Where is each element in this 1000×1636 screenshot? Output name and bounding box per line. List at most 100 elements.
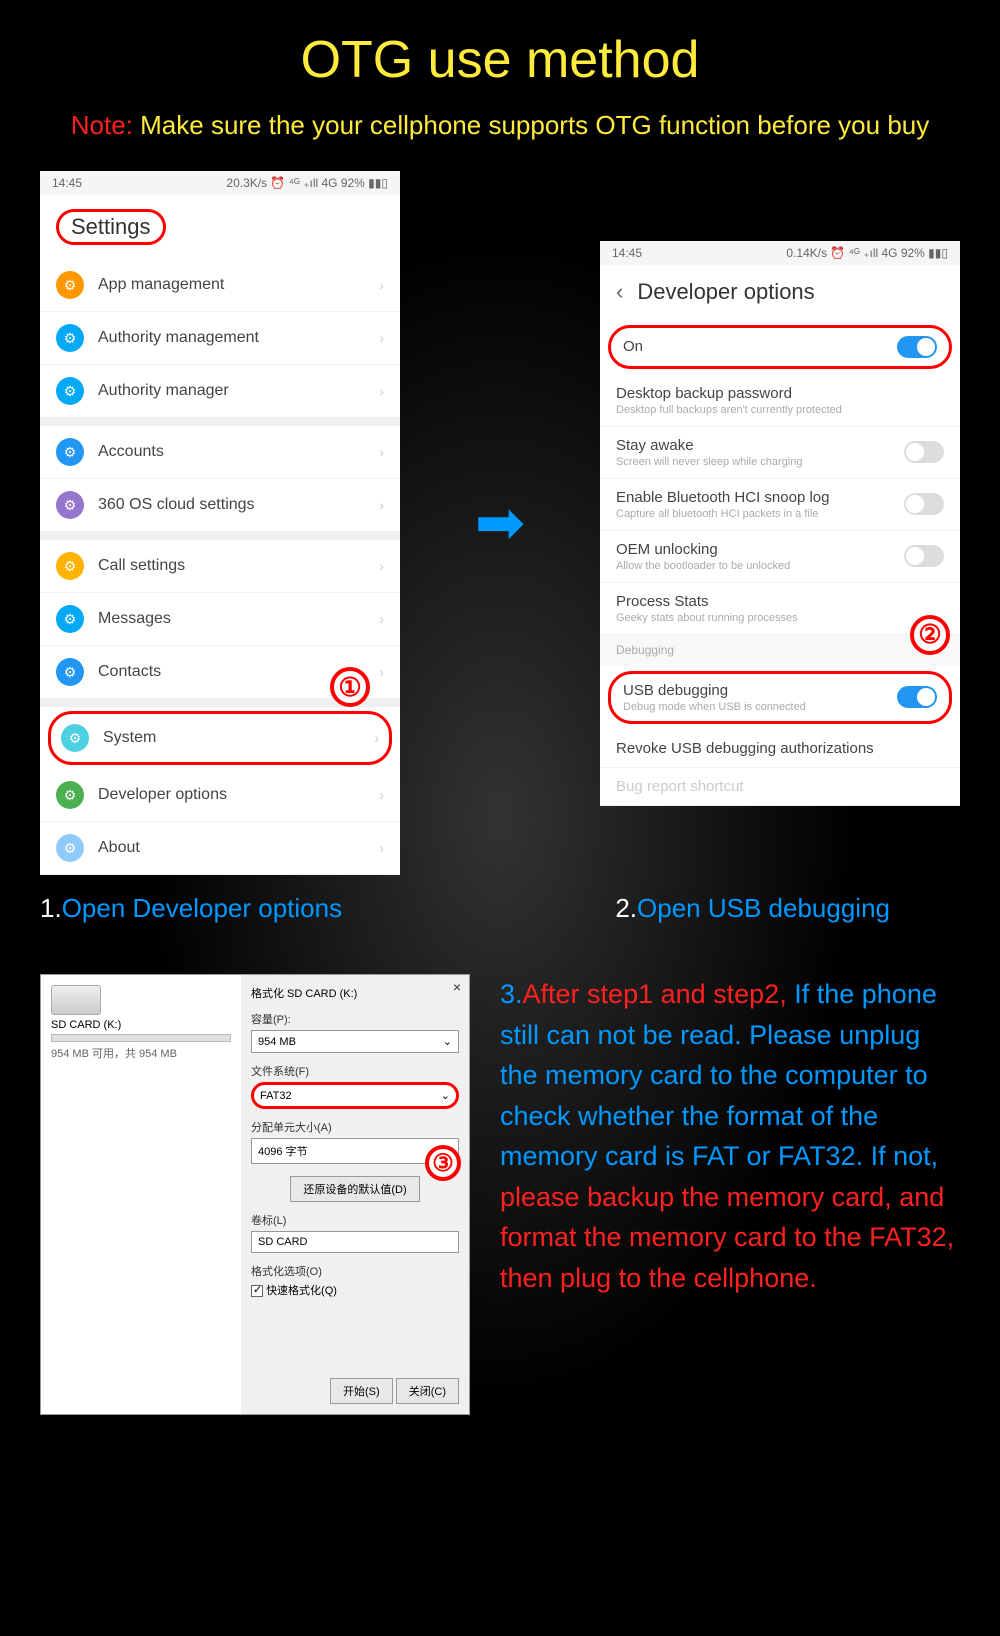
step3-num: 3. (500, 979, 523, 1009)
row-icon: ⚙ (56, 658, 84, 686)
status-time-2: 14:45 (612, 246, 642, 260)
row-icon: ⚙ (56, 605, 84, 633)
dev-option-row[interactable]: USB debuggingDebug mode when USB is conn… (608, 671, 952, 724)
toggle-switch[interactable] (897, 686, 937, 708)
status-indicators-2: 0.14K/s ⏰ ⁴ᴳ ₊ıll 4G 92% ▮▮▯ (786, 246, 948, 260)
status-bar: 14:45 20.3K/s ⏰ ⁴ᴳ ₊ıll 4G 92% ▮▮▯ (40, 171, 400, 195)
option-title: Enable Bluetooth HCI snoop log (616, 489, 904, 506)
dev-option-row[interactable]: OEM unlockingAllow the bootloader to be … (600, 531, 960, 583)
row-label: Accounts (98, 443, 379, 461)
volume-value: SD CARD (258, 1236, 308, 1248)
chevron-right-icon: › (379, 558, 384, 574)
section-header: Debugging② (600, 635, 960, 665)
close-icon[interactable]: × (453, 979, 461, 995)
capacity-dropdown[interactable]: 954 MB ⌄ (251, 1030, 459, 1053)
option-title: Stay awake (616, 437, 904, 454)
status-time: 14:45 (52, 176, 82, 190)
dev-option-row[interactable]: Desktop backup password Desktop full back… (600, 375, 960, 427)
chevron-right-icon: › (379, 840, 384, 856)
settings-row[interactable]: ⚙App management› (40, 259, 400, 312)
toggle-switch[interactable] (904, 493, 944, 515)
chevron-right-icon: › (379, 497, 384, 513)
settings-row[interactable]: ⚙Call settings› (40, 540, 400, 593)
capacity-label: 容量(P): (251, 1011, 459, 1027)
option-subtitle: Screen will never sleep while charging (616, 456, 904, 468)
caption-1: 1.Open Developer options (0, 893, 382, 924)
toggle-switch[interactable] (904, 545, 944, 567)
chevron-right-icon: › (379, 330, 384, 346)
explorer-panel: SD CARD (K:) 954 MB 可用，共 954 MB (41, 975, 241, 1414)
option-subtitle: Capture all bluetooth HCI packets in a f… (616, 508, 904, 520)
option-title: Revoke USB debugging authorizations (616, 740, 944, 757)
status-bar-2: 14:45 0.14K/s ⏰ ⁴ᴳ ₊ıll 4G 92% ▮▮▯ (600, 241, 960, 265)
row-icon: ⚙ (56, 491, 84, 519)
option-subtitle: Allow the bootloader to be unlocked (616, 560, 904, 572)
chevron-right-icon: › (374, 730, 379, 746)
row-label: About (98, 839, 379, 857)
settings-row[interactable]: ⚙360 OS cloud settings› (40, 479, 400, 532)
settings-row[interactable]: ⚙System› (48, 711, 392, 765)
step3-part3a: If not, (871, 1141, 939, 1171)
row-icon: ⚙ (56, 438, 84, 466)
note-line: Note: Make sure the your cellphone suppo… (0, 110, 1000, 141)
option-title: Process Stats (616, 593, 944, 610)
close-button[interactable]: 关闭(C) (396, 1378, 459, 1404)
toggle-switch[interactable] (904, 441, 944, 463)
volume-input[interactable]: SD CARD (251, 1231, 459, 1253)
developer-options-screenshot: 14:45 0.14K/s ⏰ ⁴ᴳ ₊ıll 4G 92% ▮▮▯ ‹ Dev… (600, 241, 960, 806)
restore-defaults-button[interactable]: 还原设备的默认值(D) (290, 1176, 419, 1202)
format-panel: 格式化 SD CARD (K:) × 容量(P): 954 MB⌄ 文件系统(F… (241, 975, 469, 1414)
dev-option-row[interactable]: Revoke USB debugging authorizations (600, 730, 960, 768)
settings-row[interactable]: ⚙Messages› (40, 593, 400, 646)
allocation-label: 分配单元大小(A) (251, 1119, 459, 1135)
settings-row[interactable]: ⚙Authority management› (40, 312, 400, 365)
toggle-switch[interactable] (897, 336, 937, 358)
settings-row[interactable]: ⚙Accounts› (40, 426, 400, 479)
caption-2: 2.Open USB debugging (575, 893, 1000, 924)
drive-icon (51, 985, 101, 1015)
dev-option-row[interactable]: Stay awake Screen will never sleep while … (600, 427, 960, 479)
chevron-right-icon: › (379, 277, 384, 293)
chevron-right-icon: › (379, 787, 384, 803)
quick-format-row[interactable]: ✓ 快速格式化(Q) (251, 1282, 459, 1298)
checkbox-icon[interactable]: ✓ (251, 1285, 263, 1297)
section-gap (40, 532, 400, 540)
volume-label: 卷标(L) (251, 1212, 459, 1228)
settings-row[interactable]: ⚙Authority manager› (40, 365, 400, 418)
settings-screenshot: 14:45 20.3K/s ⏰ ⁴ᴳ ₊ıll 4G 92% ▮▮▯ Setti… (40, 171, 400, 875)
drive-info: 954 MB 可用，共 954 MB (51, 1045, 231, 1061)
option-subtitle: Desktop full backups aren't currently pr… (616, 404, 944, 416)
row-label: Authority management (98, 329, 379, 347)
dev-option-row[interactable]: Enable Bluetooth HCI snoop log Capture al… (600, 479, 960, 531)
option-title: Bug report shortcut (616, 778, 944, 795)
chevron-down-icon: ⌄ (443, 1035, 452, 1048)
dev-option-row[interactable]: Process StatsGeeky stats about running p… (600, 583, 960, 635)
allocation-value: 4096 字节 (258, 1143, 308, 1159)
step-badge-3: ③ (425, 1145, 461, 1181)
step3-part3b: please backup the memory card, and forma… (500, 1182, 954, 1293)
settings-row[interactable]: ⚙About› (40, 822, 400, 875)
option-subtitle: Debug mode when USB is connected (623, 701, 897, 713)
format-dialog-screenshot: SD CARD (K:) 954 MB 可用，共 954 MB 格式化 SD C… (40, 974, 470, 1415)
row-label: App management (98, 276, 379, 294)
filesystem-dropdown[interactable]: FAT32 ⌄ (251, 1082, 459, 1109)
option-title: Desktop backup password (616, 385, 944, 402)
option-title: On (623, 338, 897, 355)
row-label: System (103, 729, 374, 747)
row-label: Messages (98, 610, 379, 628)
settings-row[interactable]: ⚙Developer options› (40, 769, 400, 822)
settings-header: Settings (40, 195, 400, 259)
row-icon: ⚙ (56, 552, 84, 580)
step-badge-1: ① (330, 667, 370, 707)
filesystem-value: FAT32 (260, 1090, 292, 1102)
dev-option-row[interactable]: On (608, 325, 952, 369)
back-icon[interactable]: ‹ (616, 279, 623, 305)
filesystem-label: 文件系统(F) (251, 1063, 459, 1079)
dev-option-row[interactable]: Bug report shortcut (600, 768, 960, 806)
capacity-value: 954 MB (258, 1036, 296, 1048)
arrow-icon: ➡ (475, 488, 525, 558)
start-button[interactable]: 开始(S) (330, 1378, 393, 1404)
chevron-down-icon: ⌄ (441, 1089, 450, 1102)
row-icon: ⚙ (56, 781, 84, 809)
drive-name: SD CARD (K:) (51, 1019, 231, 1031)
